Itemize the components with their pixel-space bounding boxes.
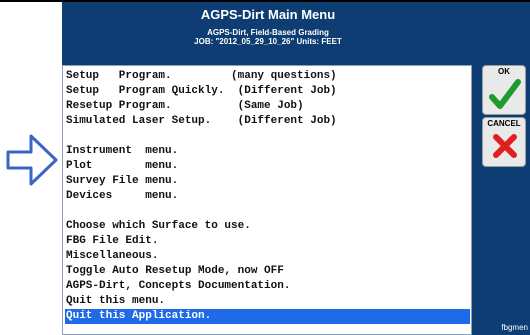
menu-item-resetup-program[interactable]: Resetup Program. (Same Job) <box>65 99 470 114</box>
menu-item-simulated-laser-setup[interactable]: Simulated Laser Setup. (Different Job) <box>65 114 470 129</box>
menu-item-plot-menu[interactable]: Plot menu. <box>65 159 470 174</box>
menu-item-instrument-menu[interactable]: Instrument menu. <box>65 144 470 159</box>
cancel-button[interactable]: CANCEL <box>482 117 526 167</box>
menu-item-toggle-auto-resetup[interactable]: Toggle Auto Resetup Mode, now OFF <box>65 264 470 279</box>
window-subtitle: AGPS-Dirt, Field-Based Grading <box>207 28 329 37</box>
menu-item-quit-application[interactable]: Quit this Application. <box>65 309 470 324</box>
menu-item-devices-menu[interactable]: Devices menu. <box>65 189 470 204</box>
menu-item-survey-file-menu[interactable]: Survey File menu. <box>65 174 470 189</box>
menu-item-fbg-file-edit[interactable]: FBG File Edit. <box>65 234 470 249</box>
checkmark-icon <box>489 79 521 109</box>
menu-item-concepts-documentation[interactable]: AGPS-Dirt, Concepts Documentation. <box>65 279 470 294</box>
x-icon <box>493 134 517 158</box>
menu-item-setup-program-quickly[interactable]: Setup Program Quickly. (Different Job) <box>65 84 470 99</box>
menu-item-choose-surface[interactable]: Choose which Surface to use. <box>65 219 470 234</box>
menu-item-setup-program[interactable]: Setup Program. (many questions) <box>65 69 470 84</box>
footer-label: fbgmen <box>501 323 528 332</box>
menu-item-quit-menu[interactable]: Quit this menu. <box>65 294 470 309</box>
window-title: AGPS-Dirt Main Menu <box>200 7 336 22</box>
cancel-label: CANCEL <box>487 119 521 128</box>
menu-item-blank <box>65 129 470 144</box>
menu-item-miscellaneous[interactable]: Miscellaneous. <box>65 249 470 264</box>
menu-item-blank <box>65 204 470 219</box>
ok-button[interactable]: OK <box>482 65 526 115</box>
menu-list[interactable]: Setup Program. (many questions) Setup Pr… <box>62 65 472 335</box>
job-line: JOB: "2012_05_29_10_26" Units: FEET <box>194 37 342 46</box>
main-menu-panel: AGPS-Dirt Main Menu AGPS-Dirt, Field-Bas… <box>62 2 530 335</box>
ok-label: OK <box>498 67 510 76</box>
right-arrow-icon <box>6 134 58 186</box>
